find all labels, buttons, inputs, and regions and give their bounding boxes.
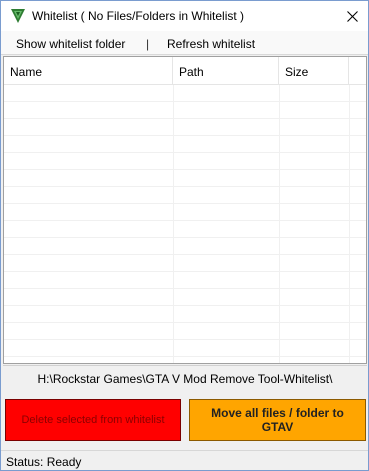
column-divider <box>279 85 280 363</box>
green-v-logo-icon <box>10 8 26 24</box>
title-bar[interactable]: Whitelist ( No Files/Folders in Whitelis… <box>1 1 368 31</box>
column-header-name[interactable]: Name <box>4 57 173 85</box>
whitelist-window: Whitelist ( No Files/Folders in Whitelis… <box>0 0 369 471</box>
column-divider <box>173 85 174 363</box>
column-header-size[interactable]: Size <box>279 57 349 85</box>
list-grid-lines <box>4 85 366 363</box>
refresh-whitelist-menu-item[interactable]: Refresh whitelist <box>167 37 255 51</box>
menu-bar: Show whitelist folder | Refresh whitelis… <box>1 31 368 55</box>
status-text: Status: Ready <box>6 455 82 469</box>
path-bar: H:\Rockstar Games\GTA V Mod Remove Tool-… <box>3 365 367 390</box>
show-whitelist-folder-menu-item[interactable]: Show whitelist folder <box>16 37 125 51</box>
column-header-path[interactable]: Path <box>173 57 279 85</box>
whitelist-path: H:\Rockstar Games\GTA V Mod Remove Tool-… <box>37 372 333 386</box>
delete-selected-button[interactable]: Delete selected from whitelist <box>5 399 181 441</box>
whitelist-list[interactable]: Name Path Size <box>3 56 367 364</box>
menu-separator: | <box>146 37 150 51</box>
window-title: Whitelist ( No Files/Folders in Whitelis… <box>32 9 245 23</box>
status-bar: Status: Ready <box>1 450 368 470</box>
list-header: Name Path Size <box>4 57 366 85</box>
move-all-files-button[interactable]: Move all files / folder to GTAV <box>189 399 366 441</box>
column-divider <box>349 85 350 363</box>
close-icon[interactable] <box>339 5 365 27</box>
